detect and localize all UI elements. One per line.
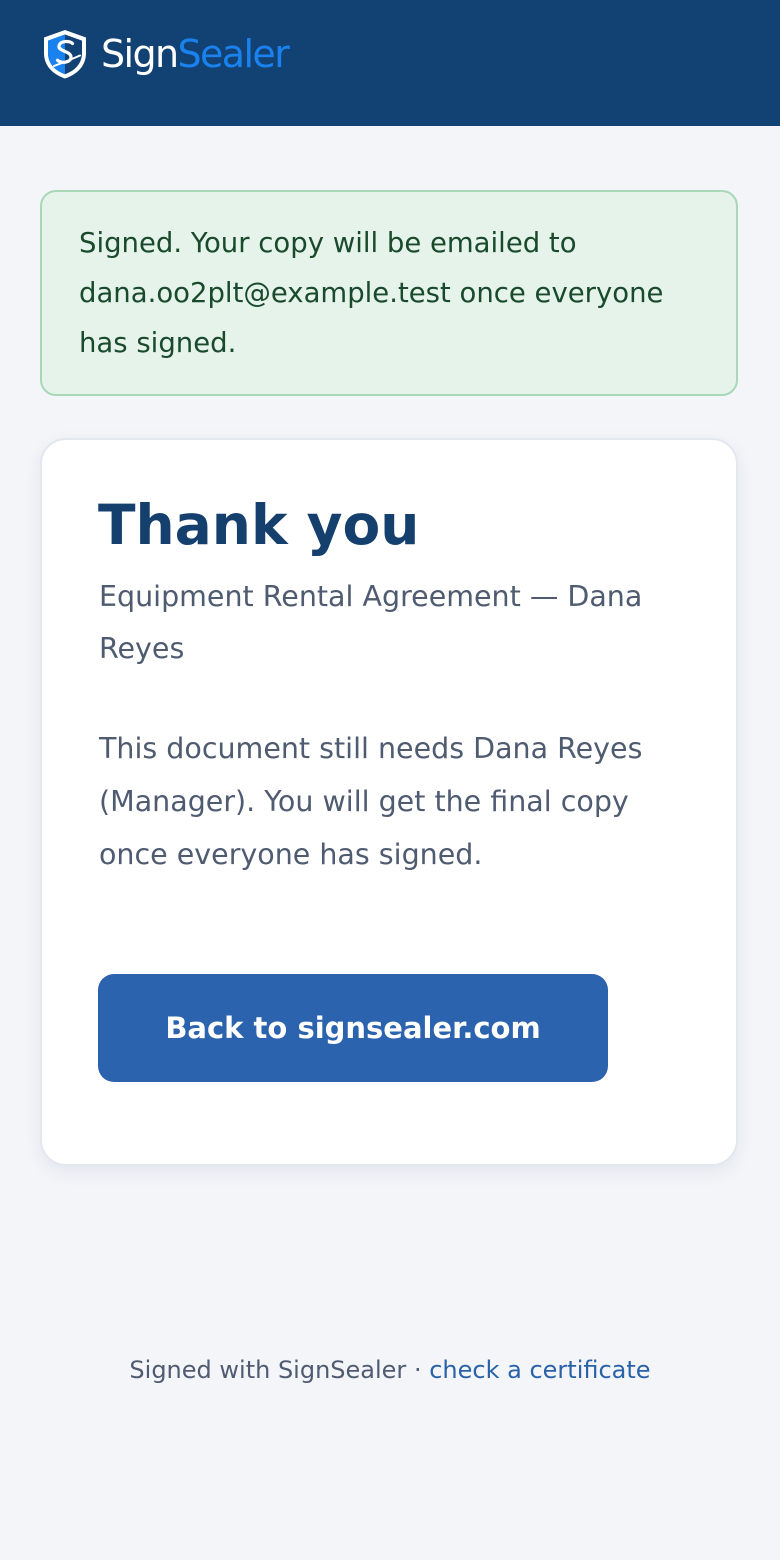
status-message: This document still needs Dana Reyes (Ma… xyxy=(99,732,643,871)
page-footer: Signed with SignSealer · check a certifi… xyxy=(0,1352,780,1388)
brand-name-sign: Sign xyxy=(101,32,179,76)
top-header: SignSealer xyxy=(0,0,780,126)
document-subtitle: Equipment Rental Agreement — Dana Reyes xyxy=(99,580,643,665)
brand-name: SignSealer xyxy=(101,28,290,80)
shield-logo-icon xyxy=(44,30,86,79)
success-alert-message: Signed. Your copy will be emailed to dan… xyxy=(79,227,664,359)
check-certificate-link[interactable]: check a certificate xyxy=(429,1356,650,1384)
confirmation-card: Thank you Equipment Rental Agreement — D… xyxy=(40,438,738,1166)
page-title: Thank you xyxy=(98,493,420,557)
back-to-site-button[interactable]: Back to signsealer.com xyxy=(98,974,608,1082)
brand-logo[interactable]: SignSealer xyxy=(40,28,290,80)
success-alert: Signed. Your copy will be emailed to dan… xyxy=(40,190,738,396)
footer-signed-with-text: Signed with SignSealer xyxy=(129,1356,407,1384)
brand-name-sealer: Sealer xyxy=(177,32,289,76)
footer-separator: · xyxy=(413,1356,422,1384)
